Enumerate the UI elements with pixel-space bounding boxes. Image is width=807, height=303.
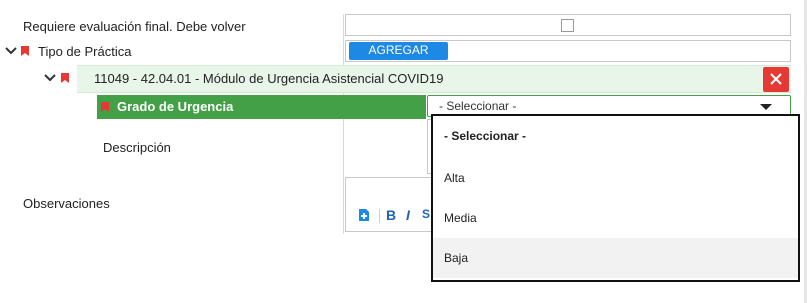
italic-icon[interactable]: I <box>406 207 410 223</box>
dropdown-option-media[interactable]: Media <box>433 198 798 238</box>
grado-select-value: - Seleccionar - <box>439 99 517 113</box>
practica-item-label: 11049 - 42.04.01 - Módulo de Urgencia As… <box>94 71 444 86</box>
descripcion-label: Descripción <box>103 140 171 155</box>
caret-down-icon <box>760 104 772 110</box>
observaciones-label: Observaciones <box>23 196 110 211</box>
column-divider <box>343 14 344 234</box>
chevron-down-icon[interactable] <box>4 45 18 57</box>
grado-urgencia-dropdown: - Seleccionar - Alta Media Baja <box>431 114 800 282</box>
bookmark-icon <box>61 73 69 83</box>
chevron-down-icon[interactable] <box>43 72 57 84</box>
remove-practica-button[interactable] <box>763 67 789 92</box>
dropdown-option-seleccionar[interactable]: - Seleccionar - <box>433 116 798 156</box>
add-document-icon[interactable] <box>358 208 370 222</box>
evaluacion-label: Requiere evaluación final. Debe volver <box>23 19 246 34</box>
tipo-practica-label: Tipo de Práctica <box>38 44 132 59</box>
dropdown-option-baja[interactable]: Baja <box>433 238 798 278</box>
dropdown-option-alta[interactable]: Alta <box>433 158 798 198</box>
evaluacion-field <box>345 14 791 36</box>
grado-urgencia-row: Grado de Urgencia <box>97 95 426 119</box>
grado-urgencia-label: Grado de Urgencia <box>117 99 234 114</box>
bookmark-icon <box>101 102 109 112</box>
evaluacion-checkbox[interactable] <box>561 19 574 32</box>
bookmark-icon <box>21 46 29 56</box>
close-icon <box>770 73 782 85</box>
observaciones-editor[interactable]: B I S <box>345 177 435 232</box>
toolbar-divider <box>379 209 380 223</box>
agregar-button[interactable]: AGREGAR <box>349 42 448 60</box>
toolbar-overflow[interactable]: S <box>422 207 430 221</box>
bold-icon[interactable]: B <box>386 207 396 223</box>
